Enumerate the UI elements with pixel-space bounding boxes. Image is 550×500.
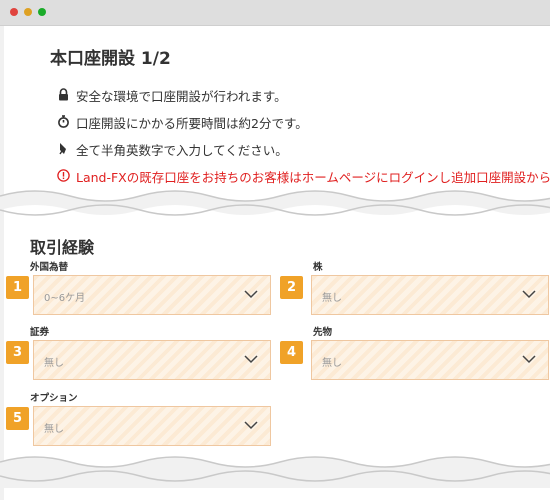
select-securities[interactable]: 無し (33, 340, 271, 380)
torn-divider-top (0, 190, 550, 216)
chevron-down-icon (244, 421, 258, 430)
select-securities-value: 無し (44, 358, 64, 369)
select-stocks[interactable]: 無し (311, 275, 549, 315)
lock-icon (56, 88, 70, 104)
note-existing-account-text: Land-FXの既存口座をお持ちのお客様はホームページにログインし追加口座開設か… (76, 170, 550, 185)
note-duration: 口座開設にかかる所要時間は約2分です。 (56, 113, 308, 132)
stopwatch-icon (56, 115, 70, 131)
note-halfwidth: 全て半角英数字で入力してください。 (56, 140, 288, 159)
note-secure: 安全な環境で口座開設が行われます。 (56, 86, 287, 105)
step-badge-2: 2 (280, 276, 303, 299)
select-futures[interactable]: 無し (311, 340, 549, 380)
field-label-securities: 証券 (30, 327, 50, 338)
step-badge-4: 4 (280, 341, 303, 364)
field-label-options: オプション (30, 393, 78, 404)
minimize-window-button[interactable] (24, 8, 32, 16)
alert-icon (56, 169, 70, 185)
note-secure-text: 安全な環境で口座開設が行われます。 (76, 89, 287, 104)
note-duration-text: 口座開設にかかる所要時間は約2分です。 (76, 116, 308, 131)
note-halfwidth-text: 全て半角英数字で入力してください。 (76, 143, 288, 158)
chevron-down-icon (522, 290, 536, 299)
close-window-button[interactable] (10, 8, 18, 16)
window-titlebar (0, 0, 550, 26)
field-label-forex: 外国為替 (30, 262, 69, 273)
step-badge-5: 5 (6, 407, 29, 430)
select-forex[interactable]: 0~6ケ月 (33, 275, 271, 315)
field-label-stocks: 株 (313, 262, 323, 273)
pen-icon (56, 142, 70, 158)
chevron-down-icon (244, 290, 258, 299)
step-badge-1: 1 (6, 276, 29, 299)
note-existing-account: Land-FXの既存口座をお持ちのお客様はホームページにログインし追加口座開設か… (56, 167, 550, 186)
select-forex-value: 0~6ケ月 (44, 293, 86, 304)
section-title: 取引経験 (30, 238, 95, 257)
select-stocks-value: 無し (322, 293, 342, 304)
select-futures-value: 無し (322, 358, 342, 369)
zoom-window-button[interactable] (38, 8, 46, 16)
page-title: 本口座開設 1/2 (50, 49, 171, 69)
select-options[interactable]: 無し (33, 406, 271, 446)
step-badge-3: 3 (6, 341, 29, 364)
select-options-value: 無し (44, 424, 64, 435)
chevron-down-icon (522, 355, 536, 364)
chevron-down-icon (244, 355, 258, 364)
field-label-futures: 先物 (313, 327, 333, 338)
torn-divider-bottom (0, 456, 550, 488)
